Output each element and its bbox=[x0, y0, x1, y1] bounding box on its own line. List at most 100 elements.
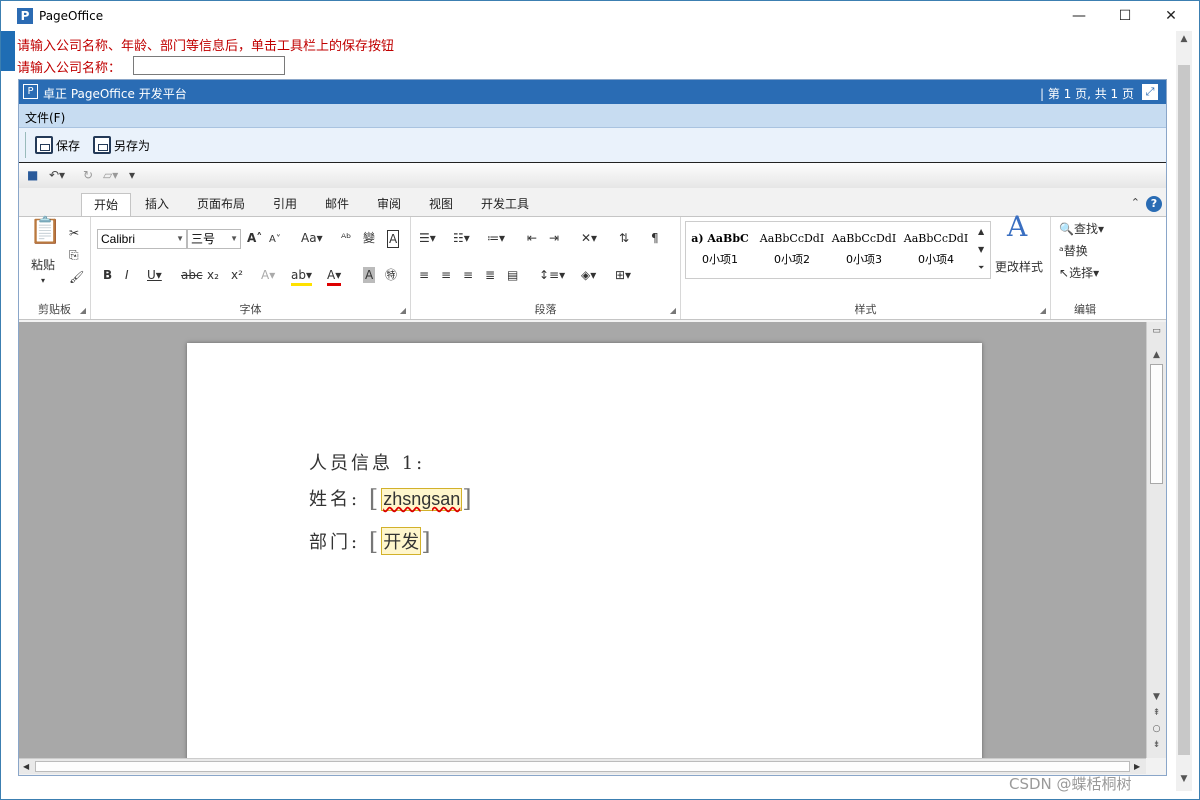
select-button[interactable]: ↖选择▾ bbox=[1059, 265, 1099, 281]
redo-icon[interactable]: ↻ bbox=[83, 168, 93, 182]
scroll-left-icon[interactable]: ◀ bbox=[23, 759, 29, 775]
doc-scroll-down-icon[interactable]: ▼ bbox=[1147, 692, 1166, 702]
close-button[interactable]: ✕ bbox=[1148, 1, 1194, 31]
help-icon[interactable]: ? bbox=[1146, 196, 1162, 212]
styles-scroll-down-icon[interactable]: ▼ bbox=[978, 242, 984, 258]
page-scrollbar[interactable]: ▲ ▼ bbox=[1176, 31, 1192, 791]
numbering-icon[interactable]: ☷▾ bbox=[453, 230, 470, 246]
subscript-icon[interactable]: x₂ bbox=[207, 267, 219, 283]
tab-mailings[interactable]: 邮件 bbox=[313, 193, 361, 216]
open-icon[interactable]: ▱▾ bbox=[103, 168, 118, 182]
decrease-indent-icon[interactable]: ⇤ bbox=[527, 230, 537, 246]
text-effects-icon[interactable]: A▾ bbox=[261, 267, 275, 283]
font-size-combo[interactable]: 三号 ▼ bbox=[187, 229, 241, 249]
paragraph-launcher-icon[interactable]: ◢ bbox=[670, 306, 676, 315]
shrink-font-icon[interactable]: A˅ bbox=[269, 232, 281, 248]
paste-dropdown-icon[interactable]: ▾ bbox=[41, 273, 45, 289]
tab-developer[interactable]: 开发工具 bbox=[469, 193, 541, 216]
company-name-input[interactable] bbox=[133, 56, 285, 75]
customize-qat-icon[interactable]: ▾ bbox=[129, 168, 135, 182]
shading-icon[interactable]: ◈▾ bbox=[581, 267, 596, 283]
change-styles-label[interactable]: 更改样式 bbox=[995, 259, 1043, 275]
style-item-3[interactable]: AaBbCcDdI 0小项3 bbox=[830, 222, 898, 272]
name-field[interactable]: zhsngsan bbox=[381, 488, 463, 511]
multilevel-list-icon[interactable]: ≔▾ bbox=[487, 230, 505, 246]
align-left-icon[interactable]: ≡ bbox=[419, 267, 429, 283]
scroll-up-icon[interactable]: ▲ bbox=[1176, 31, 1192, 47]
replace-button[interactable]: ᵃ替换 bbox=[1059, 243, 1088, 259]
character-shading-icon[interactable]: A bbox=[363, 267, 376, 283]
strikethrough-icon[interactable]: abc bbox=[181, 267, 203, 283]
browse-object-icon[interactable]: ○ bbox=[1147, 724, 1166, 734]
enclose-characters-icon[interactable]: ㊕ bbox=[385, 267, 397, 283]
format-painter-icon[interactable]: 🖌 bbox=[69, 269, 84, 285]
line-spacing-icon[interactable]: ↕≡▾ bbox=[539, 267, 565, 283]
find-button[interactable]: 🔍查找▾ bbox=[1059, 221, 1104, 237]
tab-view[interactable]: 视图 bbox=[417, 193, 465, 216]
save-as-button[interactable]: 另存为 bbox=[93, 134, 150, 156]
change-styles-icon[interactable]: A bbox=[1007, 213, 1027, 241]
styles-more-icon[interactable]: ⏷ bbox=[978, 260, 984, 276]
page-scroll-thumb[interactable] bbox=[1178, 65, 1190, 755]
paste-label[interactable]: 粘贴 bbox=[31, 257, 55, 273]
hscroll-thumb[interactable] bbox=[35, 761, 1130, 772]
doc-scroll-thumb[interactable] bbox=[1150, 364, 1163, 484]
paste-icon[interactable]: 📋 bbox=[29, 218, 61, 244]
align-center-icon[interactable]: ≡ bbox=[441, 267, 451, 283]
tab-references[interactable]: 引用 bbox=[261, 193, 309, 216]
distributed-icon[interactable]: ▤ bbox=[507, 267, 518, 283]
grow-font-icon[interactable]: A˄ bbox=[247, 230, 262, 246]
menu-file[interactable]: 文件(F) bbox=[25, 109, 65, 126]
minimize-button[interactable]: — bbox=[1056, 1, 1102, 31]
document-horizontal-scrollbar[interactable]: ◀ ▶ bbox=[19, 758, 1146, 774]
scroll-down-icon[interactable]: ▼ bbox=[1176, 771, 1192, 787]
highlight-icon[interactable]: ab▾ bbox=[291, 267, 312, 286]
style-item-4[interactable]: AaBbCcDdI 0小项4 bbox=[902, 222, 970, 272]
save-button[interactable]: 保存 bbox=[35, 134, 80, 156]
clear-format-icon[interactable]: ᴬᵇ bbox=[341, 230, 351, 246]
maximize-button[interactable]: ☐ bbox=[1102, 1, 1148, 31]
italic-icon[interactable]: I bbox=[125, 267, 129, 283]
tab-home[interactable]: 开始 bbox=[81, 193, 132, 216]
show-marks-icon[interactable]: ¶ bbox=[651, 230, 659, 246]
styles-scroll-up-icon[interactable]: ▲ bbox=[978, 224, 984, 240]
clipboard-launcher-icon[interactable]: ◢ bbox=[80, 306, 86, 315]
next-page-icon[interactable]: ⇟ bbox=[1147, 740, 1166, 750]
document-page[interactable]: 人员信息 1: 姓名: [zhsngsan] 部门: [开发] bbox=[187, 343, 982, 758]
bullets-icon[interactable]: ☰▾ bbox=[419, 230, 436, 246]
undo-icon[interactable]: ↶▾ bbox=[49, 168, 65, 182]
align-right-icon[interactable]: ≡ bbox=[463, 267, 473, 283]
tab-page-layout[interactable]: 页面布局 bbox=[185, 193, 257, 216]
fullscreen-icon[interactable]: ⤢ bbox=[1142, 84, 1158, 100]
tab-insert[interactable]: 插入 bbox=[133, 193, 181, 216]
minimize-ribbon-icon[interactable]: ⌃ bbox=[1131, 196, 1140, 209]
style-item-2[interactable]: AaBbCcDdI 0小项2 bbox=[758, 222, 826, 272]
dept-field[interactable]: 开发 bbox=[381, 527, 422, 555]
copy-icon[interactable]: ⎘ bbox=[69, 247, 79, 263]
prev-page-icon[interactable]: ⇞ bbox=[1147, 708, 1166, 718]
font-name-combo[interactable]: Calibri ▼ bbox=[97, 229, 187, 249]
change-case-icon[interactable]: Aa▾ bbox=[301, 230, 323, 246]
font-color-icon[interactable]: A▾ bbox=[327, 267, 342, 286]
scroll-right-icon[interactable]: ▶ bbox=[1134, 759, 1140, 775]
phonetic-guide-icon[interactable]: 變 bbox=[363, 230, 375, 246]
underline-icon[interactable]: U▾ bbox=[147, 267, 162, 283]
bold-icon[interactable]: B bbox=[103, 267, 112, 283]
doc-scroll-up-icon[interactable]: ▲ bbox=[1147, 350, 1166, 360]
character-border-icon[interactable]: A bbox=[387, 230, 400, 248]
tab-review[interactable]: 审阅 bbox=[365, 193, 413, 216]
document-vertical-scrollbar[interactable]: ▭ ▲ ▼ ⇞ ○ ⇟ bbox=[1146, 322, 1166, 758]
font-launcher-icon[interactable]: ◢ bbox=[400, 306, 406, 315]
justify-icon[interactable]: ≣ bbox=[485, 267, 495, 283]
qat-save-icon[interactable]: ■ bbox=[27, 168, 38, 182]
styles-launcher-icon[interactable]: ◢ bbox=[1040, 306, 1046, 315]
borders-icon[interactable]: ⊞▾ bbox=[615, 267, 631, 283]
increase-indent-icon[interactable]: ⇥ bbox=[549, 230, 559, 246]
cut-icon[interactable]: ✂ bbox=[69, 225, 79, 241]
document-area[interactable]: 人员信息 1: 姓名: [zhsngsan] 部门: [开发] bbox=[19, 322, 1146, 758]
chinese-layout-icon[interactable]: ✕▾ bbox=[581, 230, 597, 246]
sort-icon[interactable]: ⇅ bbox=[619, 230, 629, 246]
ruler-toggle-icon[interactable]: ▭ bbox=[1147, 326, 1166, 336]
superscript-icon[interactable]: x² bbox=[231, 267, 243, 283]
style-item-1[interactable]: a) AaBbC 0小项1 bbox=[686, 222, 754, 272]
